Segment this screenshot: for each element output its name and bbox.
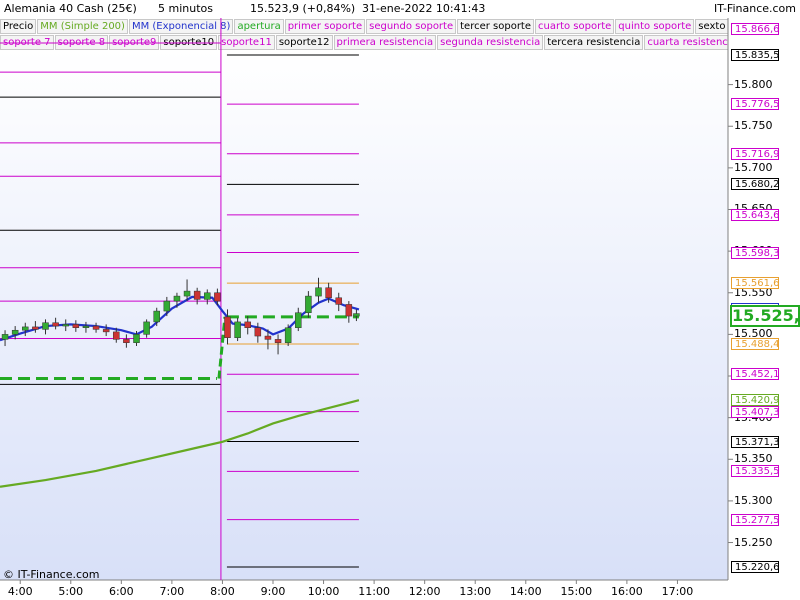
candle-body [234, 321, 241, 338]
candle-body [72, 324, 80, 328]
candle-body [295, 312, 302, 328]
x-tick-label: 15:00 [560, 585, 593, 598]
x-tick-label: 14:00 [509, 585, 542, 598]
candle-body [11, 329, 19, 335]
candle-body [173, 295, 181, 302]
price-chart [0, 18, 733, 584]
candle-body [143, 321, 150, 335]
candle-body [254, 327, 262, 337]
x-tick-label: 16:00 [611, 585, 643, 598]
price-level-tag: 15.371,3 [731, 435, 780, 448]
y-tick-label: 15.250 [734, 535, 773, 549]
last-price-label: 15.525,0 [730, 305, 800, 327]
x-tick-label: 5:00 [58, 585, 84, 598]
x-tick-label: 8:00 [210, 585, 235, 598]
x-tick-label: 4:00 [7, 585, 33, 598]
price-level-tag: 15.335,5 [731, 465, 780, 478]
candle-body [264, 335, 272, 340]
price-level-tag: 15.680,2 [731, 178, 780, 191]
price-level-tag: 15.407,3 [731, 405, 780, 418]
candle-body [92, 325, 100, 330]
candle-body [52, 322, 59, 327]
price-level-tag: 15.220,6 [731, 561, 780, 573]
candle-body [183, 290, 191, 297]
price-level-tag: 15.488,4 [731, 338, 780, 351]
candle-body [123, 339, 130, 343]
candle-body [133, 334, 140, 343]
y-tick-label: 15.700 [734, 160, 773, 174]
candle-body [214, 292, 221, 302]
y-tick-label: 15.350 [734, 452, 773, 466]
candle-body [284, 327, 292, 343]
price-level-tag: 15.866,6 [731, 23, 780, 36]
candle-body [193, 290, 201, 300]
candle-body [102, 329, 110, 333]
candle-body [335, 297, 342, 305]
candle-body [22, 326, 29, 331]
x-tick-label: 13:00 [459, 585, 492, 598]
candle-body [305, 295, 312, 313]
candle-body [163, 300, 171, 312]
candle-body [325, 287, 332, 299]
candle-body [32, 326, 39, 330]
candle-body [353, 313, 360, 317]
candle-body [274, 339, 282, 343]
price-level-tag: 15.835,5 [731, 49, 780, 62]
candle-body [153, 310, 160, 323]
x-tick-label: 6:00 [108, 585, 134, 598]
copyright-label: © IT-Finance.com [3, 568, 100, 581]
price-level-tag: 15.776,5 [731, 98, 780, 111]
price-level-tag: 15.643,6 [731, 208, 780, 221]
price-level-tag: 15.277,5 [731, 513, 780, 526]
x-tick-label: 11:00 [358, 585, 390, 598]
price-level-tag: 15.452,1 [731, 368, 780, 381]
candle-body [113, 331, 120, 340]
candle-body [244, 321, 251, 328]
price-level-tag: 15.561,6 [731, 277, 780, 290]
x-tick-label: 9:00 [260, 585, 286, 598]
price-level-tag: 15.420,9 [731, 394, 780, 407]
y-tick-label: 15.750 [734, 119, 773, 133]
y-tick-label: 15.800 [734, 77, 773, 91]
candle-body [345, 304, 353, 317]
candle-body [224, 316, 231, 338]
candle-body [82, 325, 90, 328]
plot-background [0, 50, 728, 580]
candle-body [204, 292, 211, 300]
x-tick-label: 7:00 [159, 585, 185, 598]
candle-body [1, 334, 9, 340]
candle-body [62, 324, 69, 327]
x-tick-label: 12:00 [408, 585, 441, 598]
x-tick-label: 10:00 [307, 585, 340, 598]
y-tick-label: 15.300 [734, 493, 773, 507]
price-level-tag: 15.716,9 [731, 147, 780, 160]
candle-body [42, 322, 49, 330]
price-level-tag: 15.598,3 [731, 246, 780, 259]
x-tick-label: 17:00 [661, 585, 694, 598]
candle-body [315, 287, 322, 297]
